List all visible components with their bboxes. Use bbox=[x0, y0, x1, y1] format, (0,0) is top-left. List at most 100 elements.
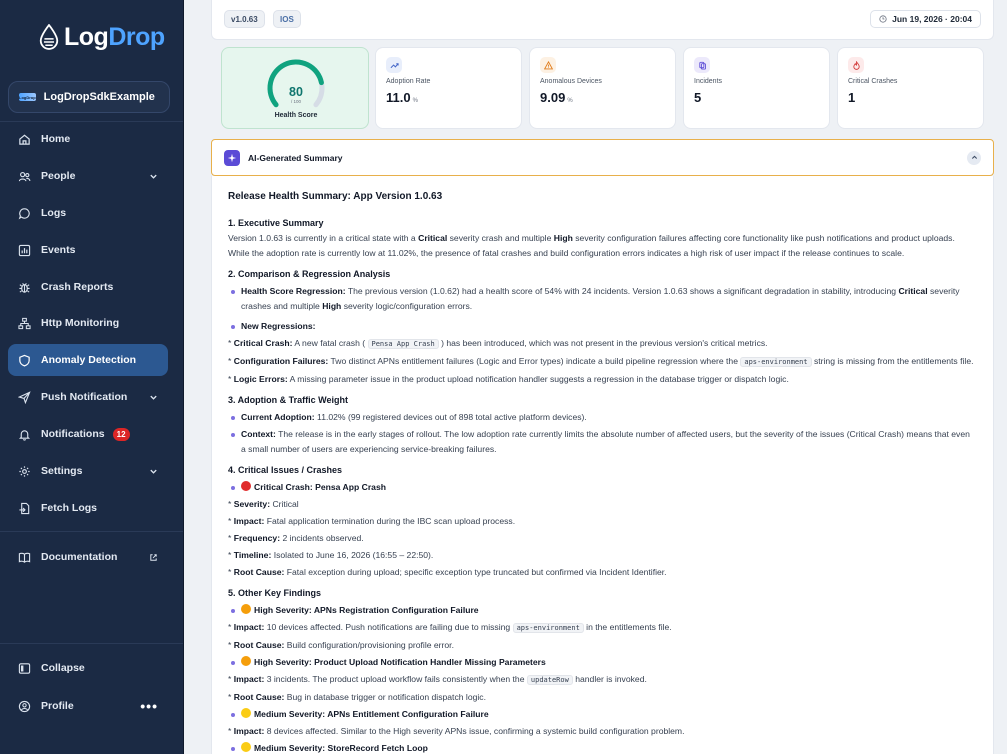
nav-home[interactable]: Home bbox=[8, 123, 168, 155]
summary-report-title: Release Health Summary: App Version 1.0.… bbox=[228, 191, 443, 202]
warning-icon bbox=[540, 57, 556, 73]
drop-logo-icon bbox=[39, 24, 59, 50]
collapse-summary-button[interactable] bbox=[967, 150, 981, 165]
nav-settings[interactable]: Settings bbox=[8, 455, 168, 487]
list-item: * Logic Errors: A missing parameter issu… bbox=[228, 374, 789, 384]
list-item: * Severity: Critical bbox=[228, 499, 299, 509]
nav-collapse[interactable]: Collapse bbox=[8, 652, 168, 684]
flame-icon bbox=[848, 57, 864, 73]
user-circle-icon bbox=[18, 700, 31, 712]
nav-divider bbox=[0, 531, 183, 532]
nav-profile[interactable]: Profile ••• bbox=[8, 690, 168, 722]
main-content: v1.0.63 IOS Jun 19, 2026 · 20:04 80 / 10… bbox=[211, 0, 994, 754]
notifications-count-badge: 12 bbox=[112, 427, 130, 441]
list-item: * Configuration Failures: Two distinct A… bbox=[228, 356, 974, 367]
section-heading: 1. Executive Summary bbox=[228, 218, 324, 228]
app-selector[interactable]: LogDrop LogDropSdkExample bbox=[8, 81, 170, 113]
nav-crash-reports[interactable]: Crash Reports bbox=[8, 271, 168, 303]
health-score-value: 80 bbox=[289, 85, 303, 99]
critical-crashes-card: Critical Crashes 1 bbox=[837, 47, 984, 129]
health-score-label: Health Score bbox=[274, 112, 318, 119]
platform-pill[interactable]: IOS bbox=[273, 10, 301, 28]
anomalous-devices-value: 9.09% bbox=[540, 90, 573, 105]
chat-bubble-icon bbox=[18, 207, 30, 219]
list-item: * Impact: 10 devices affected. Push noti… bbox=[228, 622, 672, 633]
health-score-card: 80 / 100 Health Score bbox=[221, 47, 369, 129]
brand-logo[interactable]: LogDrop bbox=[38, 22, 165, 52]
bug-icon bbox=[19, 282, 30, 293]
nav-events[interactable]: Events bbox=[8, 234, 168, 266]
nav-divider bbox=[0, 121, 183, 122]
nav-push-notification[interactable]: Push Notification bbox=[8, 381, 168, 413]
ai-summary-body: Release Health Summary: App Version 1.0.… bbox=[211, 176, 994, 754]
list-item: * Root Cause: Build configuration/provis… bbox=[228, 640, 454, 650]
red-circle-icon bbox=[241, 481, 251, 491]
list-item: * Impact: 8 devices affected. Similar to… bbox=[228, 726, 685, 736]
list-item: * Impact: Fatal application termination … bbox=[228, 516, 516, 526]
home-icon bbox=[19, 134, 30, 145]
summary-paragraph: Version 1.0.63 is currently in a critica… bbox=[228, 233, 955, 258]
clock-icon bbox=[879, 15, 887, 23]
critical-crashes-value: 1 bbox=[848, 90, 856, 105]
book-icon bbox=[18, 552, 31, 563]
datetime-pill: Jun 19, 2026 · 20:04 bbox=[870, 10, 981, 28]
people-icon bbox=[18, 171, 31, 181]
incidents-value: 5 bbox=[694, 90, 702, 105]
list-item: High Severity: APNs Registration Configu… bbox=[228, 603, 977, 618]
yellow-circle-icon bbox=[241, 742, 251, 752]
nav-documentation[interactable]: Documentation bbox=[8, 541, 168, 573]
sparkle-icon bbox=[224, 149, 240, 166]
chevron-down-icon bbox=[150, 174, 157, 179]
gear-icon bbox=[19, 465, 30, 477]
list-item: * Impact: 3 incidents. The product uploa… bbox=[228, 674, 647, 685]
incident-icon bbox=[694, 57, 710, 73]
list-item: Context: The release is in the early sta… bbox=[228, 427, 977, 457]
list-item: * Root Cause: Fatal exception during upl… bbox=[228, 567, 667, 577]
nav-people[interactable]: People bbox=[8, 160, 168, 192]
list-item: High Severity: Product Upload Notificati… bbox=[228, 655, 977, 670]
profile-more-icon[interactable]: ••• bbox=[140, 698, 158, 714]
section-heading: 4. Critical Issues / Crashes bbox=[228, 465, 343, 475]
incidents-card: Incidents 5 bbox=[683, 47, 830, 129]
app-selector-name: LogDropSdkExample bbox=[43, 91, 155, 103]
bar-chart-icon bbox=[18, 244, 31, 256]
external-link-icon bbox=[150, 553, 157, 561]
section-heading: 3. Adoption & Traffic Weight bbox=[228, 395, 348, 405]
send-icon bbox=[18, 390, 31, 404]
ai-summary-title: AI-Generated Summary bbox=[248, 152, 343, 163]
list-item: * Critical Crash: A new fatal crash ( Pe… bbox=[228, 338, 768, 349]
network-icon bbox=[18, 317, 31, 329]
nav-http-monitoring[interactable]: Http Monitoring bbox=[8, 307, 168, 339]
orange-face-icon bbox=[241, 656, 251, 666]
sidebar-collapse-icon bbox=[18, 662, 31, 674]
section-heading: 2. Comparison & Regression Analysis bbox=[228, 269, 391, 279]
list-item: Health Score Regression: The previous ve… bbox=[228, 284, 977, 314]
shield-icon bbox=[19, 354, 30, 367]
sidebar: LogDrop LogDrop LogDropSdkExample Home P… bbox=[0, 0, 184, 754]
nav-fetch-logs[interactable]: Fetch Logs bbox=[8, 492, 168, 524]
list-item: Medium Severity: StoreRecord Fetch Loop bbox=[228, 741, 977, 754]
app-logo: LogDrop bbox=[19, 93, 36, 101]
list-item: Medium Severity: APNs Entitlement Config… bbox=[228, 707, 977, 722]
orange-face-icon bbox=[241, 604, 251, 614]
nav-divider bbox=[0, 643, 183, 644]
bell-icon bbox=[18, 429, 31, 441]
trend-up-icon bbox=[386, 57, 402, 73]
release-topbar: v1.0.63 IOS Jun 19, 2026 · 20:04 bbox=[211, 0, 994, 40]
list-item: * Root Cause: Bug in database trigger or… bbox=[228, 692, 486, 702]
version-pill[interactable]: v1.0.63 bbox=[224, 10, 265, 28]
nav-notifications[interactable]: Notifications 12 bbox=[8, 418, 168, 450]
list-item: New Regressions: bbox=[228, 319, 977, 334]
brand-name: LogDrop bbox=[64, 22, 165, 51]
list-item: * Frequency: 2 incidents observed. bbox=[228, 533, 364, 543]
list-item: * Timeline: Isolated to June 16, 2026 (1… bbox=[228, 550, 434, 560]
section-heading: 5. Other Key Findings bbox=[228, 588, 322, 598]
nav-anomaly-detection[interactable]: Anomaly Detection bbox=[8, 344, 168, 376]
chevron-down-icon bbox=[150, 395, 157, 400]
adoption-rate-value: 11.0% bbox=[386, 90, 418, 105]
health-score-max: / 100 bbox=[290, 99, 301, 104]
chevron-down-icon bbox=[150, 469, 157, 474]
ai-summary-header[interactable]: AI-Generated Summary bbox=[211, 139, 994, 176]
file-download-icon bbox=[19, 502, 30, 514]
nav-logs[interactable]: Logs bbox=[8, 197, 168, 229]
